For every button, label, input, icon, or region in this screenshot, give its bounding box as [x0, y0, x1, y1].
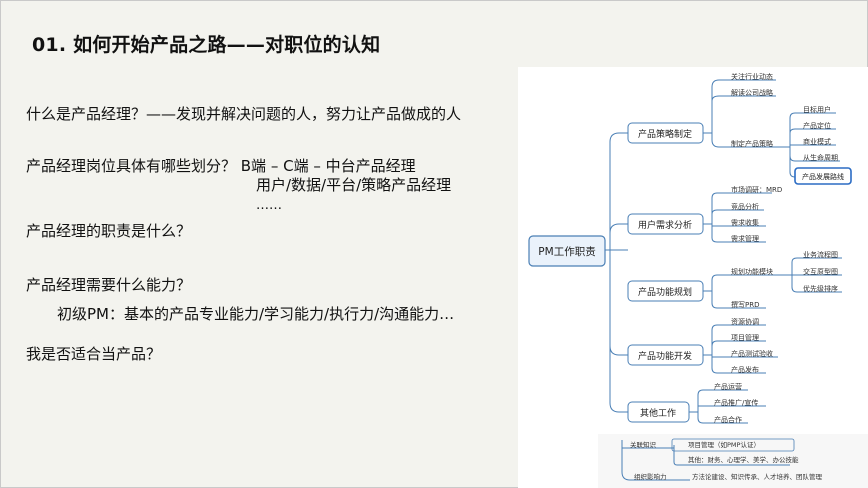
leaf-resource-coordination: 资源协调 [731, 317, 759, 326]
branch-label-other: 其他工作 [640, 407, 676, 419]
leaf-promotion: 产品推广/宣传 [714, 398, 758, 407]
leaf-target-users: 目标用户 [803, 105, 831, 114]
bottom-knowledge-other: 其他：财务、心理学、美学、办公技能 [688, 455, 799, 464]
leaf-cooperation: 产品合作 [714, 415, 742, 424]
branch-label-demand: 用户需求分析 [638, 219, 692, 231]
leaf-industry-trends: 关注行业动态 [731, 72, 773, 81]
branch-label-development: 产品功能开发 [638, 350, 692, 362]
leaf-project-management: 项目管理 [731, 333, 759, 342]
leaf-positioning: 产品定位 [803, 121, 831, 130]
bottom-influence-label: 组织影响力 [634, 472, 667, 481]
bottom-knowledge-label: 关联知识 [630, 440, 657, 449]
leaf-competitor-analysis: 竞品分析 [731, 202, 759, 211]
leaf-lifecycle: 从生命周期 [803, 153, 838, 162]
leaf-prototype: 交互原型图 [803, 267, 838, 276]
mindmap-root-label: PM工作职责 [538, 245, 595, 258]
leaf-testing: 产品测试验收 [731, 349, 773, 358]
leaf-company-strategy: 解读公司战略 [731, 88, 773, 97]
branch-label-strategy: 产品策略制定 [638, 128, 692, 140]
leaf-release: 产品发布 [731, 365, 759, 374]
leaf-product-strategy: 制定产品策略 [731, 139, 773, 148]
mindmap: PM工作职责 产品策略制定 用户需求分析 产品功能规划 产品功能开发 其他工作 … [528, 72, 852, 481]
leaf-operations: 产品运营 [714, 382, 742, 391]
bottom-influence-text: 方法论建设、知识传承、人才培养、团队管理 [692, 472, 823, 481]
leaf-demand-collection: 需求收集 [731, 218, 759, 227]
leaf-write-prd: 撰写PRD [731, 300, 759, 309]
leaf-priority: 优先级排序 [803, 284, 838, 293]
leaf-market-research: 市场调研：MRD [731, 185, 782, 194]
branch-label-planning: 产品功能规划 [638, 286, 692, 298]
leaf-demand-management: 需求管理 [731, 234, 759, 243]
bottom-knowledge-pmp: 项目管理（如PMP认证） [688, 440, 760, 449]
leaf-business-model: 商业模式 [803, 137, 831, 146]
leaf-function-modules: 规划功能模块 [731, 267, 773, 276]
leaf-roadmap: 产品发展路线 [802, 172, 844, 181]
leaf-flowchart: 业务流程图 [803, 250, 838, 259]
